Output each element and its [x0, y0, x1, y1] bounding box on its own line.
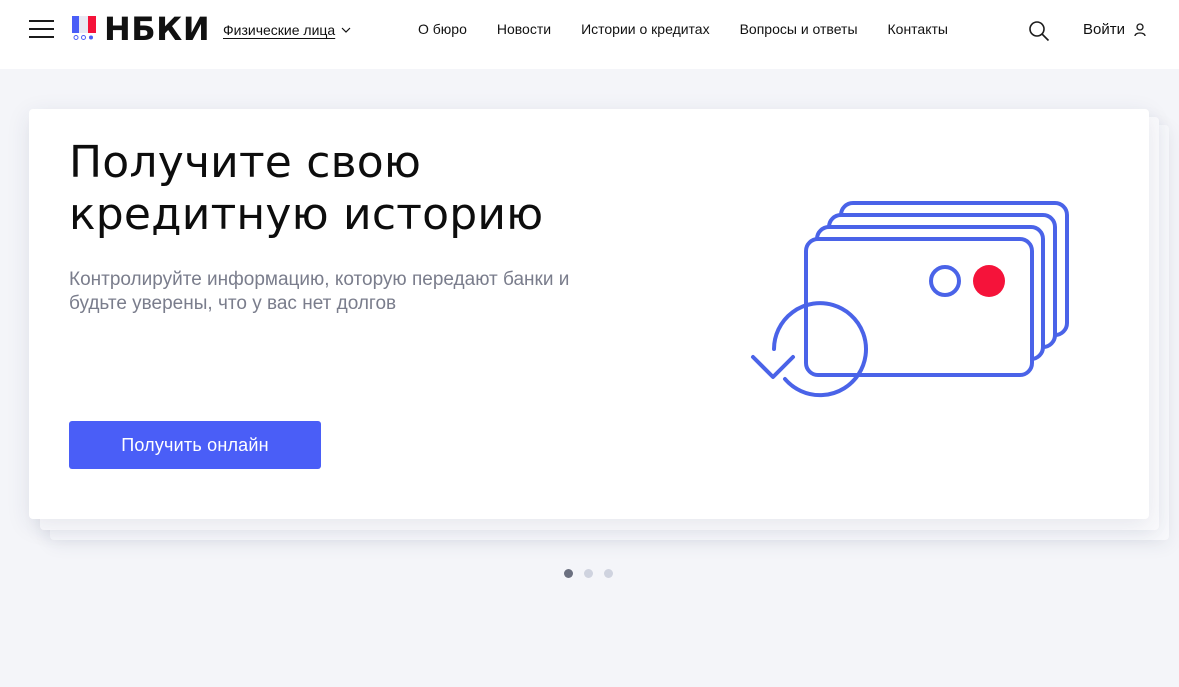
credit-cards-history-icon	[751, 201, 1069, 398]
login-button[interactable]: Войти	[1083, 21, 1146, 38]
hero-title-line-1: Получите свою	[69, 137, 422, 188]
hero-subtitle-line-2: будьте уверены, что у вас нет долгов	[69, 293, 397, 314]
carousel-dot-2[interactable]	[584, 569, 593, 578]
user-icon	[1134, 22, 1146, 36]
hamburger-icon[interactable]	[29, 19, 54, 39]
hero-subtitle: Контролируйте информацию, которую переда…	[69, 268, 669, 316]
search-icon[interactable]	[1028, 20, 1050, 42]
nav-news[interactable]: Новости	[497, 21, 551, 37]
login-label: Войти	[1083, 21, 1125, 38]
carousel-dot-1[interactable]	[564, 569, 573, 578]
nav-about[interactable]: О бюро	[418, 21, 467, 37]
site-header: НБКИ Физические лица О бюро Новости Исто…	[0, 0, 1179, 69]
nav-credit-stories[interactable]: Истории о кредитах	[581, 21, 710, 37]
hero-title: Получите свою кредитную историю	[69, 137, 709, 241]
logo-text: НБКИ	[104, 10, 211, 48]
segment-label: Физические лица	[223, 22, 336, 38]
logo-mark-icon	[72, 16, 96, 42]
get-online-button[interactable]: Получить онлайн	[69, 421, 321, 469]
logo[interactable]: НБКИ	[72, 10, 211, 48]
nav-contacts[interactable]: Контакты	[888, 21, 948, 37]
hero-title-line-2: кредитную историю	[69, 189, 544, 240]
hero-card: Получите свою кредитную историю Контроли…	[29, 109, 1149, 519]
carousel-dots	[564, 569, 613, 578]
chevron-down-icon	[341, 27, 351, 33]
carousel-dot-3[interactable]	[604, 569, 613, 578]
main-nav: О бюро Новости Истории о кредитах Вопрос…	[418, 21, 978, 37]
hero-subtitle-line-1: Контролируйте информацию, которую переда…	[69, 269, 570, 290]
nav-faq[interactable]: Вопросы и ответы	[740, 21, 858, 37]
segment-selector[interactable]: Физические лица	[223, 22, 351, 38]
